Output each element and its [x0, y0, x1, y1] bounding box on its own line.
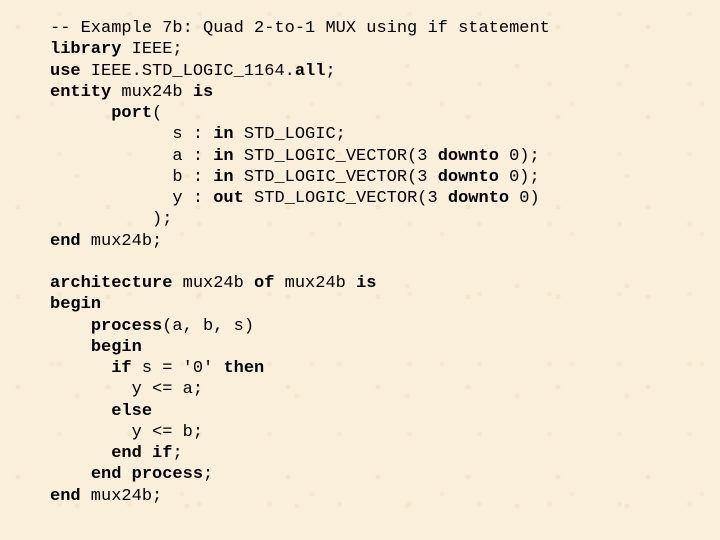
indent [50, 380, 132, 399]
kw-in: in [213, 125, 233, 144]
blank-line [50, 253, 60, 272]
txt: mux24b [111, 83, 193, 102]
kw-in: in [213, 168, 233, 187]
kw-downto: downto [438, 168, 499, 187]
kw-out: out [213, 189, 244, 208]
txt: b : [172, 168, 213, 187]
indent [50, 168, 172, 187]
kw-port: port [111, 104, 152, 123]
txt: y <= b; [132, 423, 203, 442]
kw-process: process [91, 317, 162, 336]
indent [50, 210, 152, 229]
kw-begin: begin [91, 338, 142, 357]
txt: 0); [499, 168, 540, 187]
kw-else: else [111, 402, 152, 421]
kw-if: if [111, 359, 131, 378]
kw-of: of [254, 274, 274, 293]
txt: STD_LOGIC_VECTOR(3 [234, 147, 438, 166]
kw-is: is [193, 83, 213, 102]
txt: y <= a; [132, 380, 203, 399]
txt: a : [172, 147, 213, 166]
txt: (a, b, s) [162, 317, 254, 336]
indent [50, 444, 111, 463]
txt: ( [152, 104, 162, 123]
txt: s = '0' [132, 359, 224, 378]
txt: 0); [499, 147, 540, 166]
txt: 0) [509, 189, 540, 208]
kw-in: in [213, 147, 233, 166]
txt [142, 444, 152, 463]
kw-architecture: architecture [50, 274, 172, 293]
kw-downto: downto [448, 189, 509, 208]
txt: STD_LOGIC; [234, 125, 346, 144]
indent [50, 359, 111, 378]
txt: mux24b [172, 274, 254, 293]
kw-library: library [50, 40, 121, 59]
txt: ; [325, 62, 335, 81]
kw-end: end [50, 487, 81, 506]
txt: IEEE; [121, 40, 182, 59]
kw-is: is [356, 274, 376, 293]
indent [50, 317, 91, 336]
txt: mux24b; [81, 232, 163, 251]
indent [50, 189, 172, 208]
kw-end: end [91, 465, 122, 484]
txt: mux24b; [81, 487, 163, 506]
txt: s : [172, 125, 213, 144]
txt: mux24b [274, 274, 356, 293]
txt: ); [152, 210, 172, 229]
txt [121, 465, 131, 484]
kw-if: if [152, 444, 172, 463]
kw-process: process [132, 465, 203, 484]
kw-downto: downto [438, 147, 499, 166]
indent [50, 402, 111, 421]
txt: STD_LOGIC_VECTOR(3 [244, 189, 448, 208]
indent [50, 147, 172, 166]
kw-all: all [295, 62, 326, 81]
kw-entity: entity [50, 83, 111, 102]
indent [50, 125, 172, 144]
indent [50, 338, 91, 357]
kw-then: then [223, 359, 264, 378]
kw-use: use [50, 62, 81, 81]
txt: y : [172, 189, 213, 208]
indent [50, 465, 91, 484]
kw-begin: begin [50, 295, 101, 314]
kw-end: end [111, 444, 142, 463]
kw-end: end [50, 232, 81, 251]
txt: ; [203, 465, 213, 484]
txt: STD_LOGIC_VECTOR(3 [234, 168, 438, 187]
txt: IEEE.STD_LOGIC_1164. [81, 62, 295, 81]
indent [50, 423, 132, 442]
indent [50, 104, 111, 123]
line-comment: -- Example 7b: Quad 2-to-1 MUX using if … [50, 19, 550, 38]
txt: ; [172, 444, 182, 463]
code-block: -- Example 7b: Quad 2-to-1 MUX using if … [0, 0, 720, 507]
